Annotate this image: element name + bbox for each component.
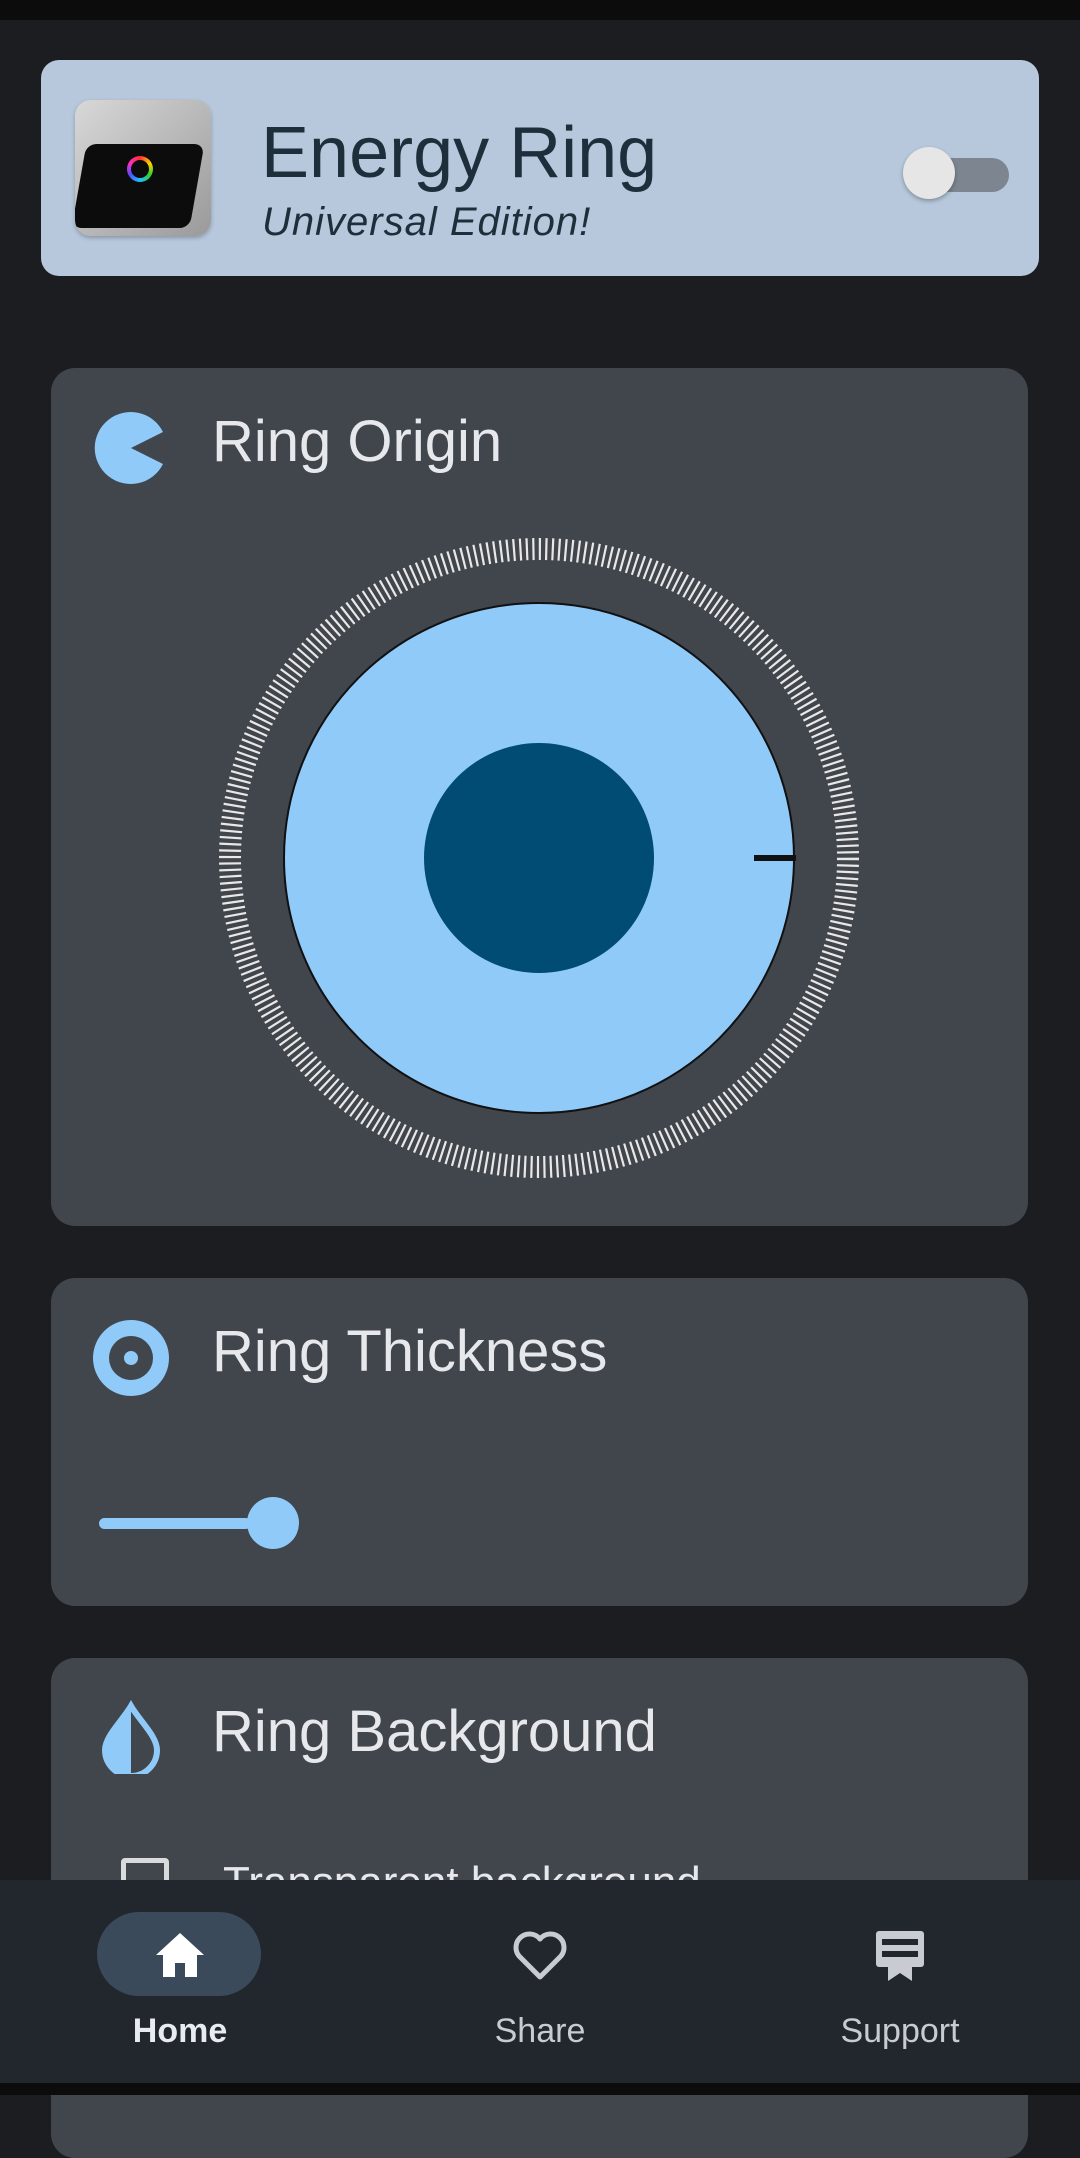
ring-thickness-card: Ring Thickness	[51, 1278, 1028, 1606]
app-subtitle: Universal Edition!	[262, 200, 592, 244]
energy-ring-app-icon	[75, 100, 211, 236]
nav-share-label: Share	[494, 2012, 586, 2050]
enable-toggle[interactable]	[903, 142, 1027, 200]
slider-knob[interactable]	[247, 1497, 300, 1549]
support-icon	[876, 1931, 924, 1981]
home-icon	[156, 1933, 204, 1977]
nav-share[interactable]: Share	[360, 1880, 720, 2083]
water-drop-icon	[101, 1699, 161, 1774]
nav-home-label: Home	[132, 2012, 228, 2050]
gesture-bar-area	[0, 2083, 1080, 2095]
ring-origin-card: Ring Origin	[51, 368, 1028, 1226]
ring-origin-dial[interactable]	[219, 538, 859, 1178]
ring-target-icon	[93, 1320, 169, 1396]
status-bar	[0, 0, 1080, 20]
heart-icon	[513, 1931, 567, 1980]
pie-origin-icon	[94, 412, 163, 484]
rainbow-ring-graphic	[127, 156, 153, 182]
bottom-navigation: Home Share Support	[0, 1880, 1080, 2083]
app-header-card: Energy Ring Universal Edition!	[41, 60, 1039, 276]
ring-origin-title: Ring Origin	[212, 409, 503, 474]
nav-support-label: Support	[840, 2012, 960, 2050]
ring-thickness-title: Ring Thickness	[212, 1319, 608, 1384]
app-title: Energy Ring	[261, 113, 658, 193]
slider-fill	[99, 1518, 252, 1529]
nav-support[interactable]: Support	[720, 1880, 1080, 2083]
toggle-thumb	[903, 147, 955, 199]
thickness-slider[interactable]	[99, 1493, 979, 1553]
dial-center	[424, 743, 654, 973]
nav-home[interactable]: Home	[0, 1880, 360, 2083]
ring-background-title: Ring Background	[212, 1699, 657, 1764]
